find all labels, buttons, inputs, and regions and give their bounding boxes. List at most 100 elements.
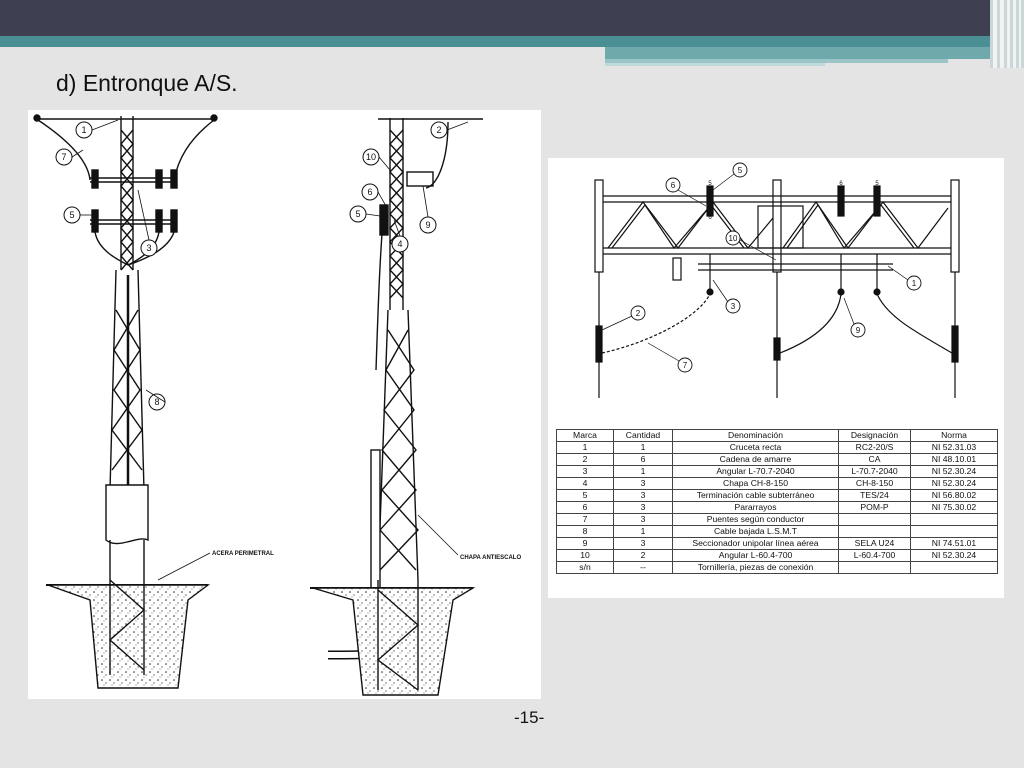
callout-1: 1 <box>912 279 917 288</box>
table-row: 6 3 Pararrayos POM-P NI 75.30.02 <box>556 501 998 514</box>
table-cell: 3 <box>556 465 614 478</box>
table-cell: Angular L-60.4-700 <box>672 549 839 562</box>
callout-2: 2 <box>436 125 441 135</box>
page-number: -15- <box>514 708 545 727</box>
table-cell: NI 52.30.24 <box>910 477 998 490</box>
table-cell: 8 <box>556 525 614 538</box>
column-header: Designación <box>838 429 911 442</box>
table-cell: Cruceta recta <box>672 441 839 454</box>
table-cell: NI 75.30.02 <box>910 501 998 514</box>
table-cell: 10 <box>556 549 614 562</box>
table-cell: s/n <box>556 561 614 574</box>
crossarm-plan-and-parts-list: 6 5 10 1 2 3 9 7 5 6 6 5 Marca Cantidad … <box>548 158 1004 598</box>
table-row: 2 6 Cadena de amarre CA NI 48.10.01 <box>556 453 998 466</box>
table-cell: NI 56.80.02 <box>910 489 998 502</box>
callout-5: 5 <box>355 209 360 219</box>
table-cell: 3 <box>613 513 673 526</box>
table-cell: 3 <box>613 489 673 502</box>
table-row: 10 2 Angular L-60.4-700 L-60.4-700 NI 52.30.… <box>556 549 998 562</box>
column-header: Cantidad <box>613 429 673 442</box>
crossarm-plan-svg: 6 5 10 1 2 3 9 7 5 6 6 5 <box>594 162 960 398</box>
table-cell: -- <box>613 561 673 574</box>
column-header: Denominación <box>672 429 839 442</box>
table-cell: 3 <box>613 537 673 550</box>
table-cell: 6 <box>556 501 614 514</box>
header-accent-band <box>605 47 1024 59</box>
callout-5: 5 <box>738 166 743 175</box>
table-row: 8 1 Cable bajada L.S.M.T <box>556 525 998 538</box>
table-row: 7 3 Puentes según conductor <box>556 513 998 526</box>
table-cell: 1 <box>556 441 614 454</box>
table-cell: POM-P <box>838 501 911 514</box>
callout-2: 2 <box>636 309 641 318</box>
table-cell <box>910 561 998 574</box>
table-cell: 3 <box>613 501 673 514</box>
column-header: Norma <box>910 429 998 442</box>
table-cell: RC2-20/S <box>838 441 911 454</box>
table-cell: 3 <box>613 477 673 490</box>
table-cell: Pararrayos <box>672 501 839 514</box>
table-row: 1 1 Cruceta recta RC2-20/S NI 52.31.03 <box>556 441 998 454</box>
table-cell: NI 52.30.24 <box>910 465 998 478</box>
column-header: Marca <box>556 429 614 442</box>
table-cell: Terminación cable subterráneo <box>672 489 839 502</box>
table-cell <box>838 525 911 538</box>
table-row: 5 3 Terminación cable subterráneo TES/24 NI … <box>556 489 998 502</box>
callout-9: 9 <box>425 220 430 230</box>
callout-3: 3 <box>731 302 736 311</box>
table-cell: SELA U24 <box>838 537 911 550</box>
table-cell: L-60.4-700 <box>838 549 911 562</box>
table-cell <box>838 561 911 574</box>
slide-title: d) Entronque A/S. <box>56 70 238 96</box>
slide-header-bar <box>0 0 1024 36</box>
callout-1: 1 <box>81 125 86 135</box>
table-cell <box>910 525 998 538</box>
tower-elevation-drawings: 1 7 5 3 8 2 10 6 5 9 4 ACERA PERIMETRAL … <box>28 110 541 699</box>
table-cell: NI 48.10.01 <box>910 453 998 466</box>
table-cell: Seccionador unipolar línea aérea <box>672 537 839 550</box>
table-cell: 1 <box>613 525 673 538</box>
table-cell: TES/24 <box>838 489 911 502</box>
table-cell: Cable bajada L.S.M.T <box>672 525 839 538</box>
table-cell: NI 52.30.24 <box>910 549 998 562</box>
table-row: s/n -- Tornillería, piezas de conexión <box>556 561 998 574</box>
table-row: 4 3 Chapa CH-8-150 CH-8-150 NI 52.30.24 <box>556 477 998 490</box>
parts-table: Marca Cantidad Denominación Designación … <box>556 429 998 574</box>
table-cell: CA <box>838 453 911 466</box>
tower-b <box>310 118 483 696</box>
callout-3: 3 <box>146 243 151 253</box>
callout-4: 4 <box>397 239 402 249</box>
callout-leaders <box>71 119 469 403</box>
table-row: 3 1 Angular L-70.7-2040 L-70.7-2040 NI 52.30… <box>556 465 998 478</box>
callout-6: 6 <box>671 181 676 190</box>
table-cell: 7 <box>556 513 614 526</box>
table-cell: Puentes según conductor <box>672 513 839 526</box>
table-cell: 6 <box>613 453 673 466</box>
table-cell: NI 74.51.01 <box>910 537 998 550</box>
callout-8: 8 <box>154 397 159 407</box>
parts-table-header: Marca Cantidad Denominación Designación … <box>556 429 998 442</box>
table-cell: Chapa CH-8-150 <box>672 477 839 490</box>
callout-9: 9 <box>856 326 861 335</box>
table-cell: 9 <box>556 537 614 550</box>
table-cell: 1 <box>613 441 673 454</box>
table-cell: 1 <box>613 465 673 478</box>
table-cell: 2 <box>613 549 673 562</box>
callout-7: 7 <box>683 361 688 370</box>
callout-6: 6 <box>367 187 372 197</box>
table-cell: Tornillería, piezas de conexión <box>672 561 839 574</box>
header-decoration <box>990 0 1024 68</box>
table-cell <box>910 513 998 526</box>
table-cell: NI 52.31.03 <box>910 441 998 454</box>
tower-elevation-svg: 1 7 5 3 8 2 10 6 5 9 4 ACERA PERIMETRAL … <box>33 114 521 696</box>
callout-10: 10 <box>729 234 738 243</box>
table-cell <box>838 513 911 526</box>
chapa-antiescalo-label: CHAPA ANTIESCALO <box>460 555 521 561</box>
table-cell: 2 <box>556 453 614 466</box>
header-accent-band <box>605 63 825 66</box>
callout-7: 7 <box>61 152 66 162</box>
header-accent-band <box>0 36 1024 47</box>
callout-10: 10 <box>366 152 376 162</box>
table-cell: L-70.7-2040 <box>838 465 911 478</box>
table-cell: Cadena de amarre <box>672 453 839 466</box>
